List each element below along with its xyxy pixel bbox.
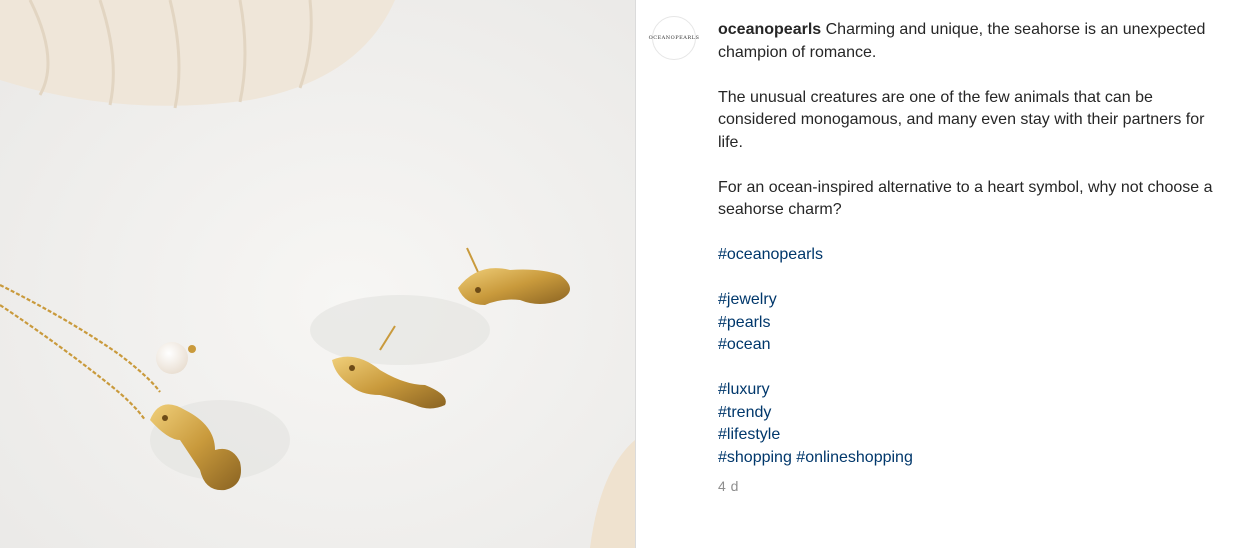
hashtag-oceanopearls[interactable]: #oceanopearls	[718, 246, 823, 263]
hashtag-onlineshopping[interactable]: #onlineshopping	[796, 449, 913, 466]
username-link[interactable]: oceanopearls	[718, 21, 821, 38]
caption-paragraph-3: For an ocean-inspired alternative to a h…	[718, 178, 1213, 219]
hashtag-luxury[interactable]: #luxury	[718, 381, 770, 398]
hashtag-ocean[interactable]: #ocean	[718, 336, 771, 353]
post-timestamp[interactable]: 4 d	[718, 478, 739, 494]
hashtag-shopping[interactable]: #shopping	[718, 449, 792, 466]
post-image[interactable]	[0, 0, 635, 548]
seahorse-jewelry-photo	[0, 0, 635, 548]
pearl	[156, 342, 188, 374]
caption-lead-paragraph: oceanopearls Charming and unique, the se…	[718, 19, 1218, 64]
hashtag-lifestyle[interactable]: #lifestyle	[718, 426, 780, 443]
profile-avatar[interactable]: OCEANOPEARLS	[649, 16, 699, 60]
hashtag-jewelry[interactable]: #jewelry	[718, 291, 777, 308]
hashtag-trendy[interactable]: #trendy	[718, 404, 771, 421]
avatar-logo: OCEANOPEARLS	[648, 35, 700, 41]
caption-paragraph-2: The unusual creatures are one of the few…	[718, 88, 1205, 151]
hashtag-pearls[interactable]: #pearls	[718, 314, 770, 331]
post-caption: oceanopearls Charming and unique, the se…	[718, 19, 1218, 469]
pane-divider	[635, 0, 636, 548]
